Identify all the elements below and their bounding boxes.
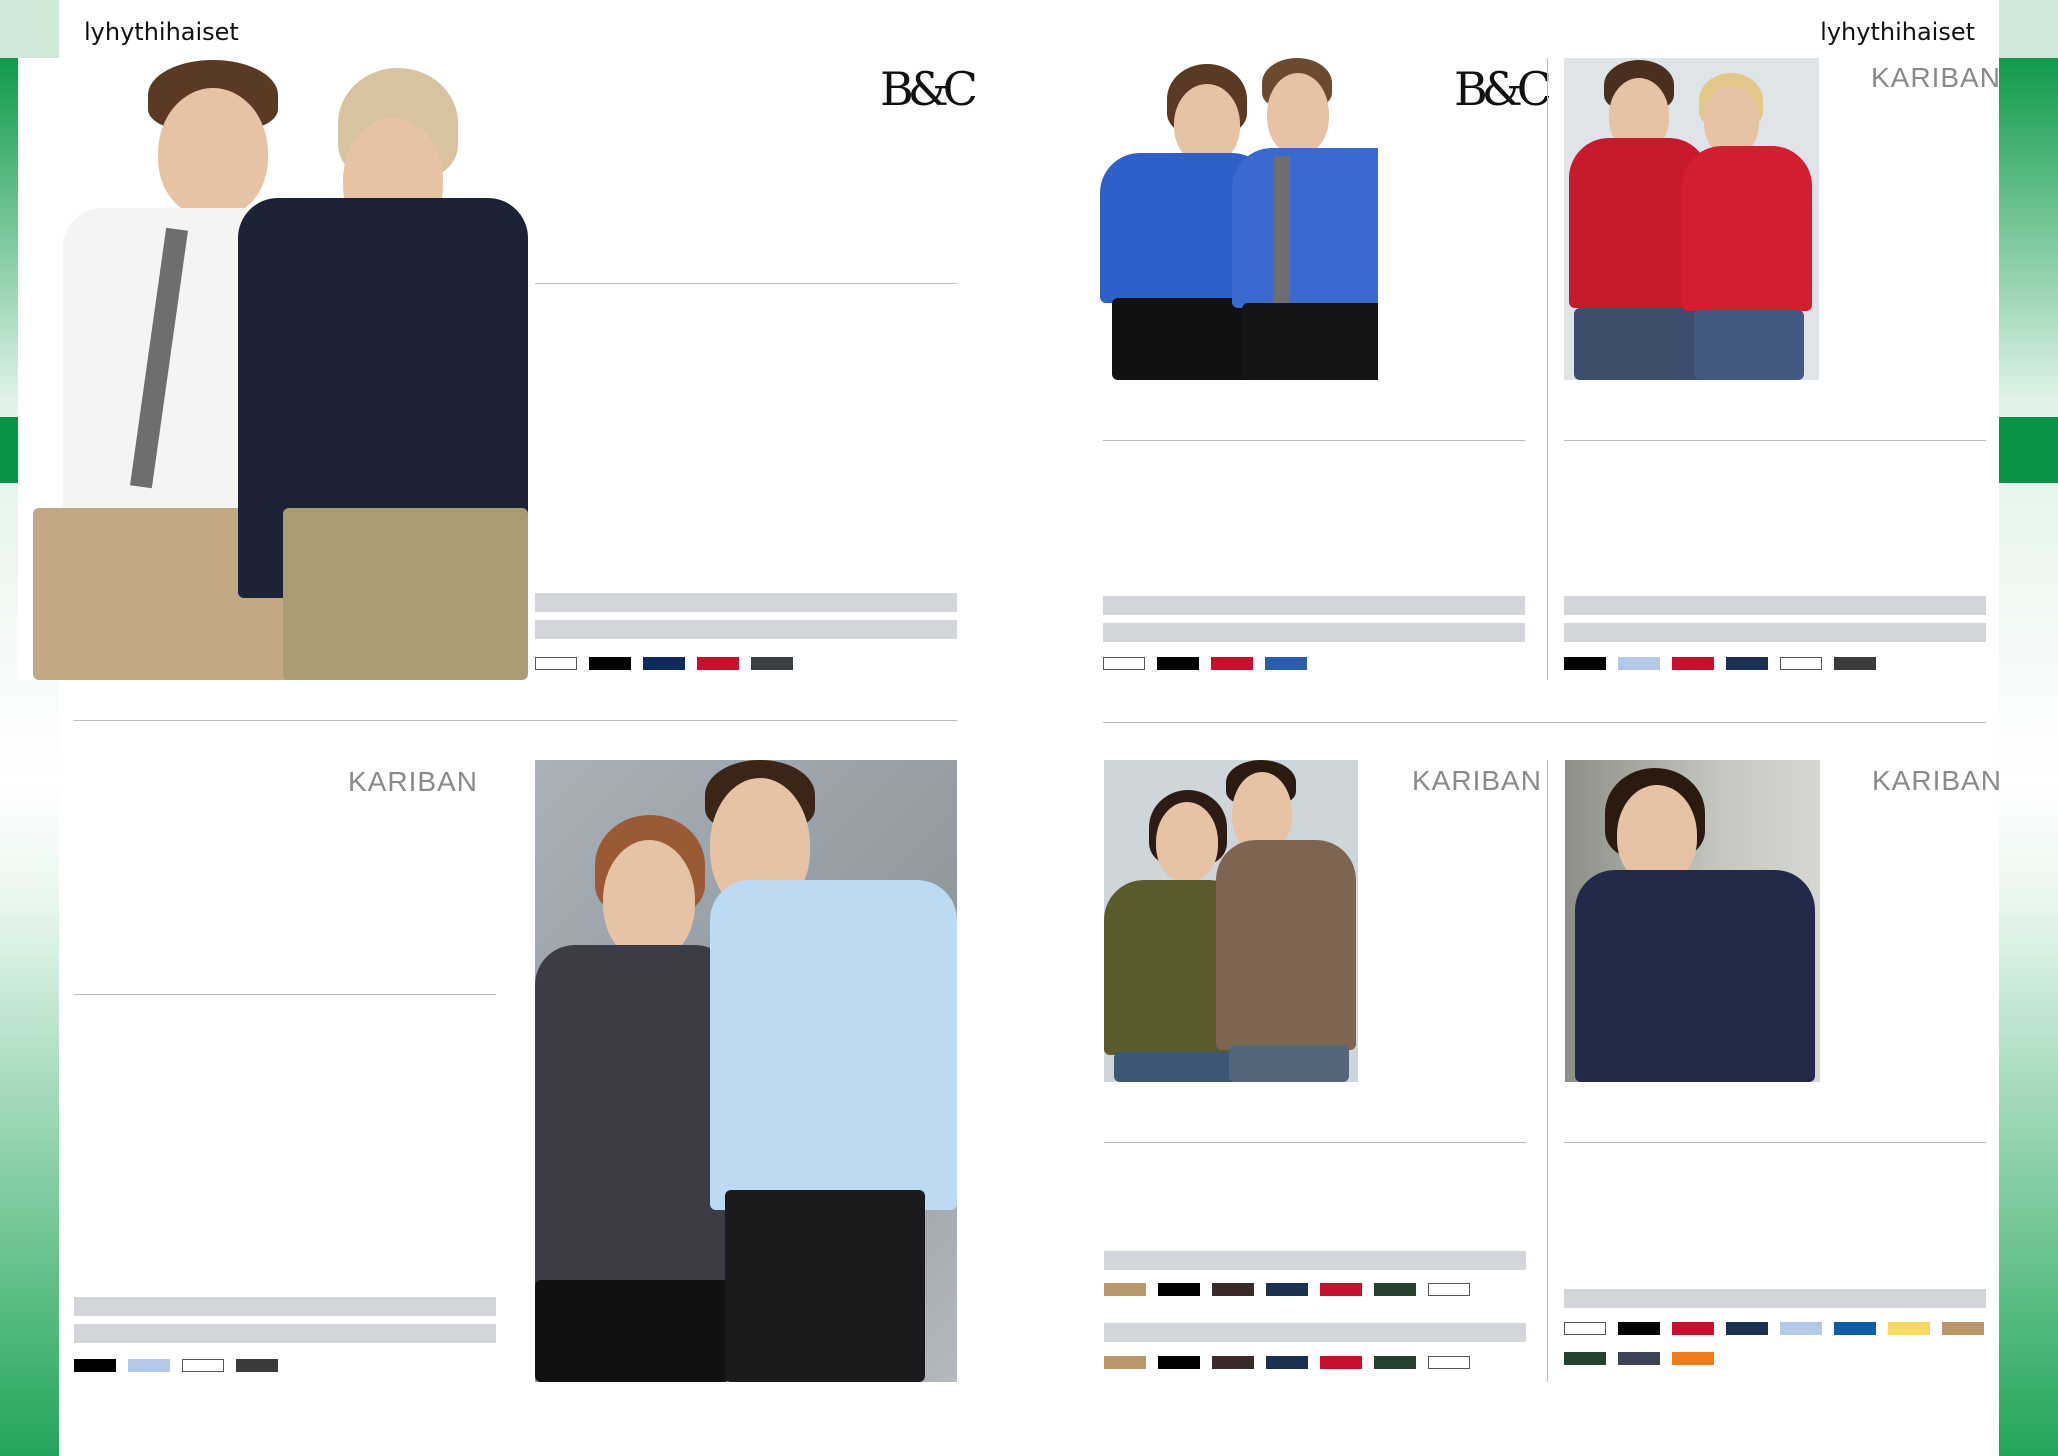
color-swatch-lightblue[interactable] bbox=[128, 1359, 170, 1372]
color-swatch-beige[interactable] bbox=[1104, 1283, 1146, 1296]
size-bar bbox=[1564, 1289, 1986, 1308]
divider bbox=[1564, 1142, 1986, 1143]
size-bar bbox=[74, 1297, 496, 1316]
color-swatch-red[interactable] bbox=[1672, 1322, 1714, 1335]
color-swatch-darknavy[interactable] bbox=[1266, 1283, 1308, 1296]
color-swatch-red[interactable] bbox=[1211, 657, 1253, 670]
color-swatch-navy[interactable] bbox=[643, 657, 685, 670]
divider bbox=[1103, 440, 1525, 441]
size-bar bbox=[74, 1324, 496, 1343]
color-swatch-slate[interactable] bbox=[1618, 1352, 1660, 1365]
color-swatch-black[interactable] bbox=[1618, 1322, 1660, 1335]
product-photo-kariban-olive-brown bbox=[1104, 760, 1358, 1082]
divider bbox=[1104, 1142, 1526, 1143]
color-swatch-bottle[interactable] bbox=[1374, 1356, 1416, 1369]
color-swatch-orange[interactable] bbox=[1672, 1352, 1714, 1365]
size-bar bbox=[535, 620, 957, 639]
page-title-left: lyhythihaiset bbox=[84, 18, 239, 46]
color-swatch-bottle[interactable] bbox=[1374, 1283, 1416, 1296]
product-photo-kariban-red bbox=[1564, 58, 1819, 380]
color-swatch-black[interactable] bbox=[1157, 657, 1199, 670]
size-bar bbox=[1103, 623, 1525, 642]
color-swatch-red[interactable] bbox=[1320, 1283, 1362, 1296]
kariban-logo-1: KARIBAN bbox=[1871, 62, 2001, 93]
product-photo-bc-white-navy bbox=[18, 58, 530, 680]
product-photo-kariban-navy bbox=[1565, 760, 1820, 1082]
color-swatch-beige[interactable] bbox=[1942, 1322, 1984, 1335]
color-swatch-yellow[interactable] bbox=[1888, 1322, 1930, 1335]
section-divider-right bbox=[1103, 722, 1986, 723]
color-swatch-white[interactable] bbox=[1428, 1283, 1470, 1296]
kariban-logo-4: KARIBAN bbox=[1872, 765, 2002, 796]
section-divider-left bbox=[74, 720, 957, 721]
color-swatch-white[interactable] bbox=[1780, 657, 1822, 670]
color-swatch-chocolate[interactable] bbox=[1212, 1283, 1254, 1296]
divider bbox=[1564, 440, 1986, 441]
color-swatch-lightblue[interactable] bbox=[1780, 1322, 1822, 1335]
color-swatch-red[interactable] bbox=[697, 657, 739, 670]
color-swatch-darknavy[interactable] bbox=[1266, 1356, 1308, 1369]
size-bar bbox=[535, 593, 957, 612]
color-swatch-white[interactable] bbox=[1564, 1322, 1606, 1335]
color-swatch-white[interactable] bbox=[1103, 657, 1145, 670]
color-swatch-white[interactable] bbox=[182, 1359, 224, 1372]
column-divider bbox=[1547, 58, 1548, 680]
color-swatch-lightblue[interactable] bbox=[1618, 657, 1660, 670]
divider bbox=[74, 994, 496, 995]
color-swatch-red[interactable] bbox=[1672, 657, 1714, 670]
right-page-tab[interactable] bbox=[1999, 417, 2058, 483]
color-swatch-darkgrey[interactable] bbox=[1834, 657, 1876, 670]
color-swatch-bottle[interactable] bbox=[1564, 1352, 1606, 1365]
color-swatch-darknavy[interactable] bbox=[1726, 657, 1768, 670]
bc-logo-2: B&C bbox=[1454, 62, 1552, 116]
size-bar bbox=[1104, 1251, 1526, 1270]
color-swatch-white[interactable] bbox=[535, 657, 577, 670]
color-swatch-black[interactable] bbox=[74, 1359, 116, 1372]
column-divider bbox=[1547, 760, 1548, 1382]
bc-logo-1: B&C bbox=[880, 62, 978, 116]
color-swatch-darkgrey[interactable] bbox=[236, 1359, 278, 1372]
color-swatch-black[interactable] bbox=[1564, 657, 1606, 670]
color-swatch-darknavy[interactable] bbox=[1726, 1322, 1768, 1335]
divider bbox=[535, 283, 957, 284]
size-bar bbox=[1564, 596, 1986, 615]
color-swatch-cobalt[interactable] bbox=[1834, 1322, 1876, 1335]
product-photo-bc-blue bbox=[1062, 58, 1378, 380]
color-swatch-beige[interactable] bbox=[1104, 1356, 1146, 1369]
color-swatch-red[interactable] bbox=[1320, 1356, 1362, 1369]
color-swatch-chocolate[interactable] bbox=[1212, 1356, 1254, 1369]
product-photo-kariban-lightblue-grey bbox=[535, 760, 957, 1382]
color-swatch-royal[interactable] bbox=[1265, 657, 1307, 670]
color-swatch-black[interactable] bbox=[1158, 1283, 1200, 1296]
color-swatch-white[interactable] bbox=[1428, 1356, 1470, 1369]
kariban-logo-2: KARIBAN bbox=[348, 766, 478, 797]
page-title-right: lyhythihaiset bbox=[1820, 18, 1975, 46]
size-bar bbox=[1104, 1323, 1526, 1342]
color-swatch-black[interactable] bbox=[589, 657, 631, 670]
kariban-logo-3: KARIBAN bbox=[1412, 765, 1542, 796]
color-swatch-charcoal[interactable] bbox=[751, 657, 793, 670]
size-bar bbox=[1564, 623, 1986, 642]
right-green-sidebar bbox=[1999, 0, 2058, 1456]
size-bar bbox=[1103, 596, 1525, 615]
color-swatch-black[interactable] bbox=[1158, 1356, 1200, 1369]
